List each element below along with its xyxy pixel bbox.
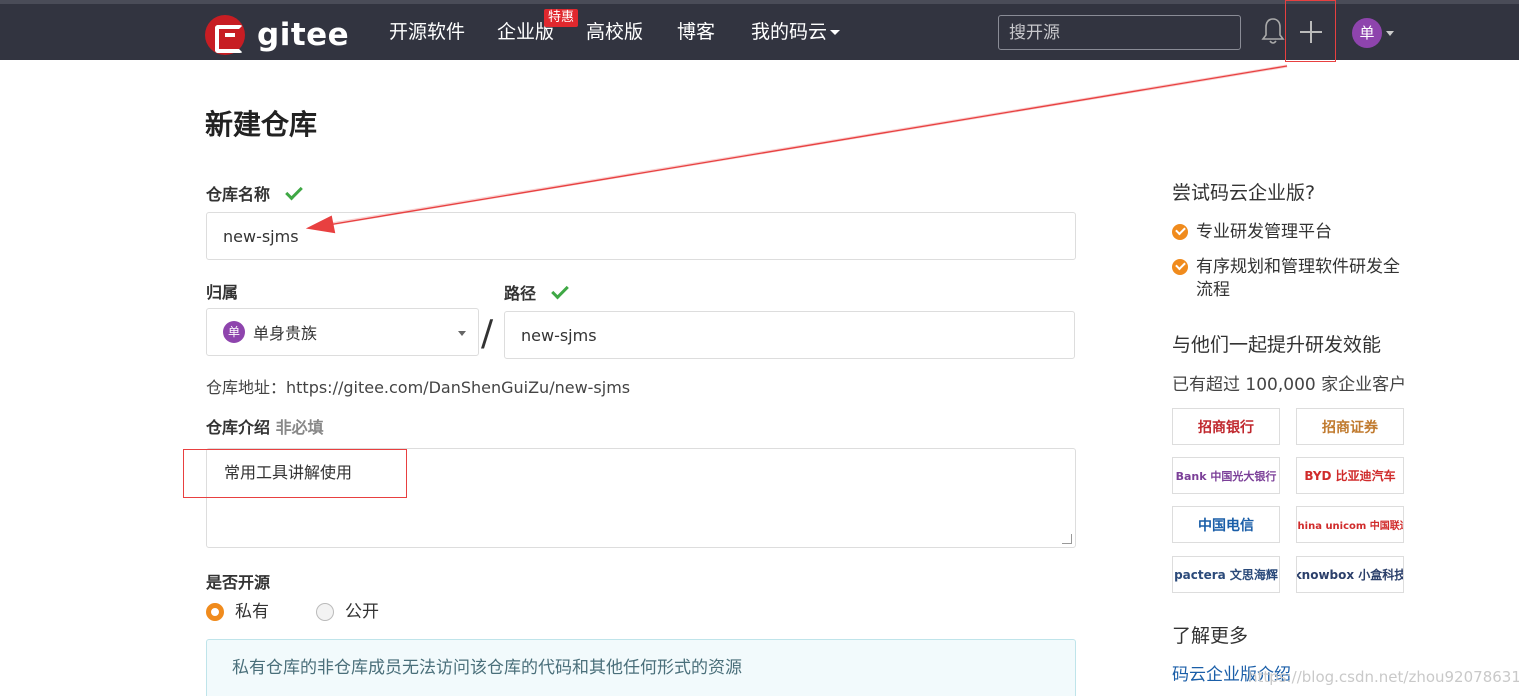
- repo-name-label: 仓库名称: [206, 182, 303, 206]
- owner-value: 单身贵族: [253, 324, 318, 343]
- gitee-logo[interactable]: gitee: [205, 15, 349, 55]
- path-label: 路径: [504, 281, 569, 305]
- repo-name-label-text: 仓库名称: [206, 185, 271, 204]
- page-title: 新建仓库: [205, 108, 318, 141]
- owner-avatar: 单: [223, 321, 245, 343]
- chevron-down-icon: [830, 30, 841, 35]
- check-circle-icon: [1172, 224, 1188, 240]
- description-label: 仓库介绍 非必填: [206, 417, 324, 439]
- nav-item-my-gitee[interactable]: 我的码云: [751, 18, 841, 46]
- repo-name-value: new-sjms: [223, 226, 299, 246]
- customers-count: 已有超过 100,000 家企业客户: [1172, 375, 1407, 395]
- promo-badge: 特惠: [544, 9, 579, 27]
- path-value: new-sjms: [521, 325, 597, 345]
- radio-private-label[interactable]: 私有: [235, 601, 269, 623]
- optional-hint: 非必填: [275, 418, 324, 437]
- feature-item: 有序规划和管理软件研发全流程: [1172, 256, 1404, 302]
- check-icon: [285, 182, 303, 201]
- radio-public[interactable]: [316, 603, 334, 621]
- nav-item-my-gitee-label: 我的码云: [751, 21, 828, 43]
- privacy-notice-text: 私有仓库的非仓库成员无法访问该仓库的代码和其他任何形式的资源: [232, 658, 742, 678]
- check-icon: [551, 281, 569, 300]
- nav-item-blog[interactable]: 博客: [677, 18, 715, 46]
- chevron-down-icon: [458, 331, 466, 336]
- logo-china-telecom: 中国电信: [1172, 506, 1280, 543]
- feature-item: 专业研发管理平台: [1172, 221, 1332, 244]
- watermark: https://blog.csdn.net/zhou920786312: [1248, 668, 1519, 686]
- check-circle-icon: [1172, 259, 1188, 275]
- path-separator: /: [481, 313, 494, 354]
- feature-item-text: 有序规划和管理软件研发全流程: [1196, 257, 1400, 300]
- avatar-chevron-down-icon[interactable]: [1386, 31, 1394, 36]
- learn-more-heading: 了解更多: [1172, 625, 1249, 647]
- owner-label: 归属: [206, 283, 239, 302]
- search-input[interactable]: [998, 15, 1241, 50]
- logo-cms: 招商证券: [1296, 408, 1404, 445]
- resize-handle[interactable]: [1062, 534, 1072, 544]
- radio-public-label[interactable]: 公开: [345, 601, 379, 623]
- repo-address: 仓库地址：https://gitee.com/DanShenGuiZu/new-…: [206, 378, 631, 397]
- logo-text: gitee: [257, 17, 350, 53]
- gitee-logo-icon: [205, 15, 245, 55]
- feature-item-text: 专业研发管理平台: [1196, 222, 1332, 242]
- bell-icon[interactable]: [1261, 16, 1285, 46]
- logo-china-unicom: China unicom 中国联通: [1296, 506, 1404, 543]
- enterprise-heading: 尝试码云企业版?: [1172, 182, 1316, 204]
- repo-name-input[interactable]: new-sjms: [206, 212, 1076, 260]
- logo-pactera: pactera 文思海辉: [1172, 556, 1280, 593]
- nav-item-open-source[interactable]: 开源软件: [389, 18, 465, 46]
- create-plus-button[interactable]: [1285, 0, 1336, 62]
- radio-private[interactable]: [206, 603, 224, 621]
- logo-cmb: 招商银行: [1172, 408, 1280, 445]
- nav-item-education[interactable]: 高校版: [586, 18, 643, 46]
- logo-byd: BYD 比亚迪汽车: [1296, 457, 1404, 494]
- description-label-text: 仓库介绍: [206, 418, 271, 437]
- user-avatar[interactable]: 单: [1352, 18, 1382, 48]
- path-label-text: 路径: [504, 284, 537, 303]
- improve-heading: 与他们一起提升研发效能: [1172, 334, 1382, 356]
- logo-ceb: Bank 中国光大银行: [1172, 457, 1280, 494]
- owner-select[interactable]: 单 单身贵族: [206, 308, 479, 356]
- annotation-highlight-box: [183, 449, 407, 498]
- logo-knowbox: knowbox 小盒科技: [1296, 556, 1404, 593]
- path-input[interactable]: new-sjms: [504, 311, 1075, 359]
- visibility-label: 是否开源: [206, 573, 271, 592]
